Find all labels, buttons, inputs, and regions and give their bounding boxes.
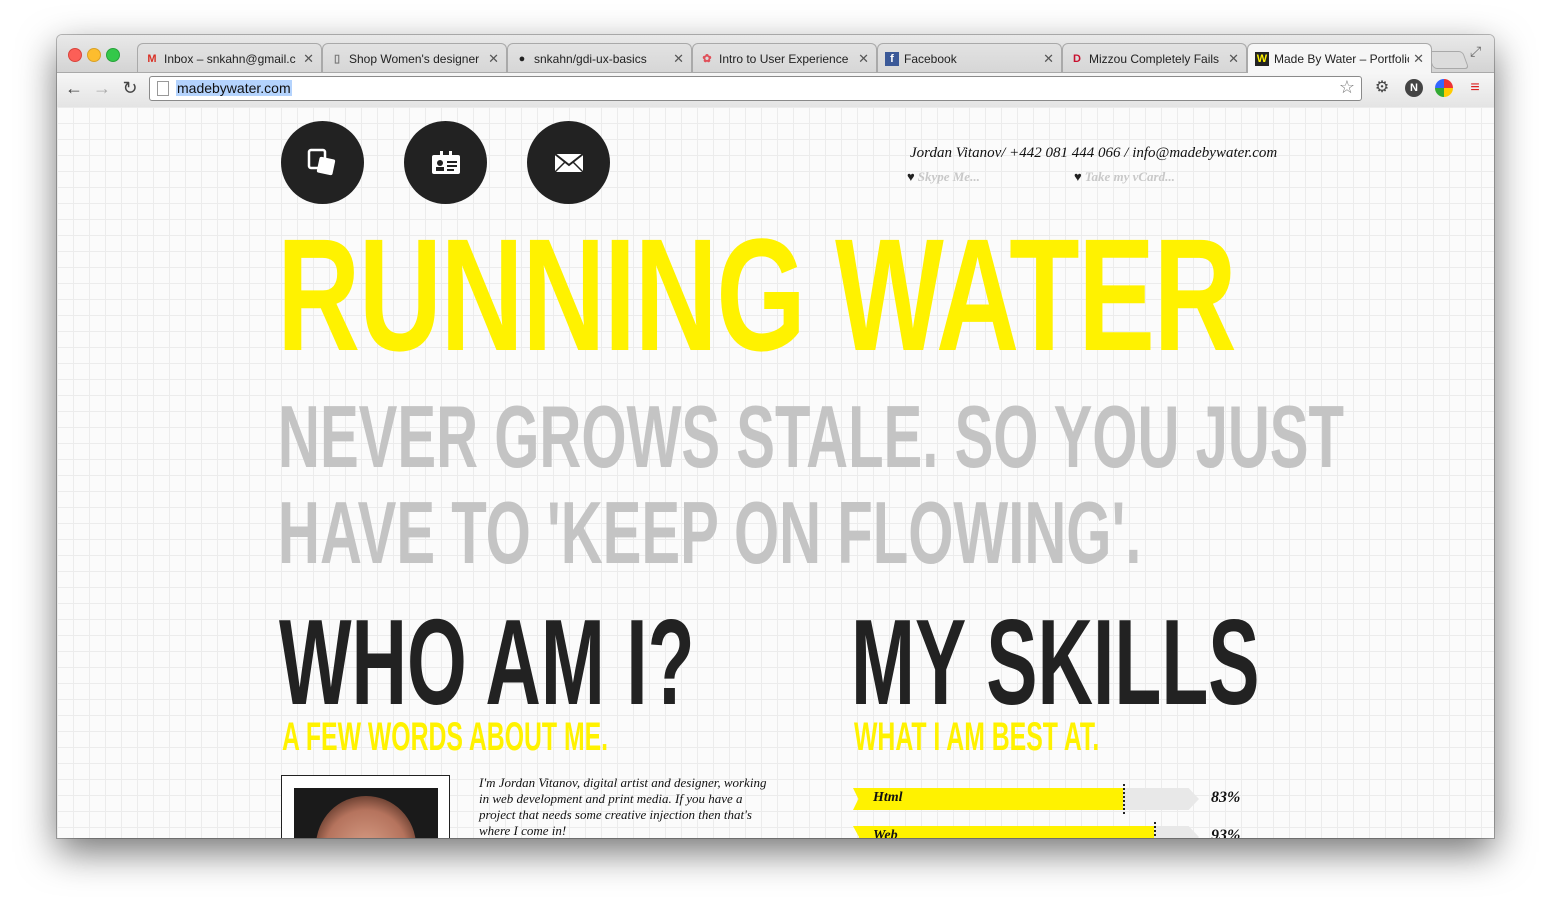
- bio-text: I'm Jordan Vitanov, digital artist and d…: [479, 775, 767, 838]
- contact-nav-button[interactable]: [527, 121, 610, 204]
- page-icon: ▯: [333, 53, 341, 65]
- skill-percent: 93%: [1211, 827, 1241, 838]
- tab-label: snkahn/gdi-ux-basics: [534, 52, 647, 66]
- tab-label: Intro to User Experience: [719, 52, 849, 66]
- portfolio-icon: [307, 148, 335, 175]
- tab-label: Mizzou Completely Fails: [1089, 52, 1220, 66]
- browser-window: M Inbox – snkahn@gmail.c ✕ ▯ Shop Women'…: [57, 35, 1494, 838]
- page-icon: [157, 81, 169, 96]
- tab-label: Facebook: [904, 52, 957, 66]
- heart-icon: ♥: [907, 169, 915, 184]
- profile-photo-frame: [281, 775, 450, 838]
- tab-github[interactable]: ● snkahn/gdi-ux-basics ✕: [507, 43, 692, 73]
- forward-icon[interactable]: →: [91, 78, 113, 99]
- tagline-line-1: NEVER GROWS STALE. SO YOU JUST: [278, 387, 1345, 486]
- close-tab-icon[interactable]: ✕: [858, 44, 869, 73]
- github-icon: ●: [518, 53, 526, 65]
- zoom-window-button[interactable]: [106, 48, 120, 62]
- tab-strip: M Inbox – snkahn@gmail.c ✕ ▯ Shop Women'…: [57, 35, 1494, 73]
- madebywater-icon: W: [1255, 52, 1269, 66]
- heart-icon: ♥: [1074, 169, 1082, 184]
- about-title: WHO AM I?: [279, 594, 695, 730]
- tab-label: Made By Water – Portfolio: [1274, 52, 1409, 66]
- browser-toolbar: ← → ↻ madebywater.com ☆ ⚙ N ≡: [57, 72, 1494, 108]
- id-card-icon: [431, 150, 460, 174]
- fullscreen-icon[interactable]: ⤢: [1470, 43, 1481, 60]
- facebook-icon: f: [885, 52, 899, 66]
- about-nav-button[interactable]: [404, 121, 487, 204]
- gmail-icon: M: [147, 53, 157, 65]
- vcard-link[interactable]: ♥ Take my vCard...: [1074, 169, 1175, 185]
- about-subtitle: A FEW WORDS ABOUT ME.: [282, 715, 609, 759]
- close-tab-icon[interactable]: ✕: [673, 44, 684, 73]
- tab-label: Inbox – snkahn@gmail.c: [164, 52, 296, 66]
- web-page: Jordan Vitanov/ +442 081 444 066 / info@…: [57, 107, 1494, 838]
- color-picker-extension-icon[interactable]: [1435, 79, 1453, 97]
- address-bar[interactable]: madebywater.com ☆: [149, 76, 1362, 101]
- hero-tagline: NEVER GROWS STALE. SO YOU JUST HAVE TO '…: [278, 389, 1344, 581]
- skype-link-label: Skype Me...: [917, 169, 980, 184]
- tab-mizzou[interactable]: D Mizzou Completely Fails ✕: [1062, 43, 1247, 73]
- tab-gmail[interactable]: M Inbox – snkahn@gmail.c ✕: [137, 43, 322, 73]
- close-tab-icon[interactable]: ✕: [488, 44, 499, 73]
- hero-headline: RUNNING WATER: [277, 205, 1237, 384]
- close-window-button[interactable]: [68, 48, 82, 62]
- tagline-line-2: HAVE TO 'KEEP ON FLOWING'.: [278, 483, 1142, 582]
- envelope-icon: [553, 152, 584, 173]
- skills-subtitle: WHAT I AM BEST AT.: [854, 715, 1100, 759]
- skype-link[interactable]: ♥ Skype Me...: [907, 169, 980, 185]
- girl-develop-it-icon: ✿: [702, 53, 712, 65]
- skill-name: Html: [873, 790, 903, 805]
- tab-shop[interactable]: ▯ Shop Women's designer ✕: [322, 43, 507, 73]
- new-tab-button[interactable]: [1426, 51, 1470, 69]
- reload-icon[interactable]: ↻: [119, 78, 141, 99]
- extension-n-icon[interactable]: N: [1405, 79, 1423, 97]
- profile-photo: [294, 788, 438, 838]
- skill-name: Web Design: [873, 828, 898, 838]
- back-icon[interactable]: ←: [63, 78, 85, 99]
- tab-intro-ux[interactable]: ✿ Intro to User Experience ✕: [692, 43, 877, 73]
- tab-facebook[interactable]: f Facebook ✕: [877, 43, 1062, 73]
- vcard-link-label: Take my vCard...: [1084, 169, 1175, 184]
- tab-madebywater[interactable]: W Made By Water – Portfolio ✕: [1247, 43, 1432, 73]
- close-tab-icon[interactable]: ✕: [303, 44, 314, 73]
- skill-percent: 83%: [1211, 789, 1241, 806]
- url-text[interactable]: madebywater.com: [176, 80, 292, 96]
- skill-marker: [1154, 822, 1156, 838]
- skill-marker: [1123, 784, 1125, 814]
- skills-title: MY SKILLS: [851, 594, 1260, 730]
- minimize-window-button[interactable]: [87, 48, 101, 62]
- portfolio-nav-button[interactable]: [281, 121, 364, 204]
- tab-label: Shop Women's designer: [349, 52, 480, 66]
- settings-gear-icon[interactable]: ⚙: [1373, 79, 1391, 97]
- contact-info: Jordan Vitanov/ +442 081 444 066 / info@…: [910, 145, 1278, 161]
- deadspin-icon: D: [1073, 53, 1081, 65]
- menu-icon[interactable]: ≡: [1466, 79, 1484, 97]
- face-image: [316, 796, 416, 838]
- close-tab-icon[interactable]: ✕: [1043, 44, 1054, 73]
- close-tab-icon[interactable]: ✕: [1228, 44, 1239, 73]
- close-tab-icon[interactable]: ✕: [1413, 44, 1424, 73]
- bookmark-star-icon[interactable]: ☆: [1339, 77, 1355, 98]
